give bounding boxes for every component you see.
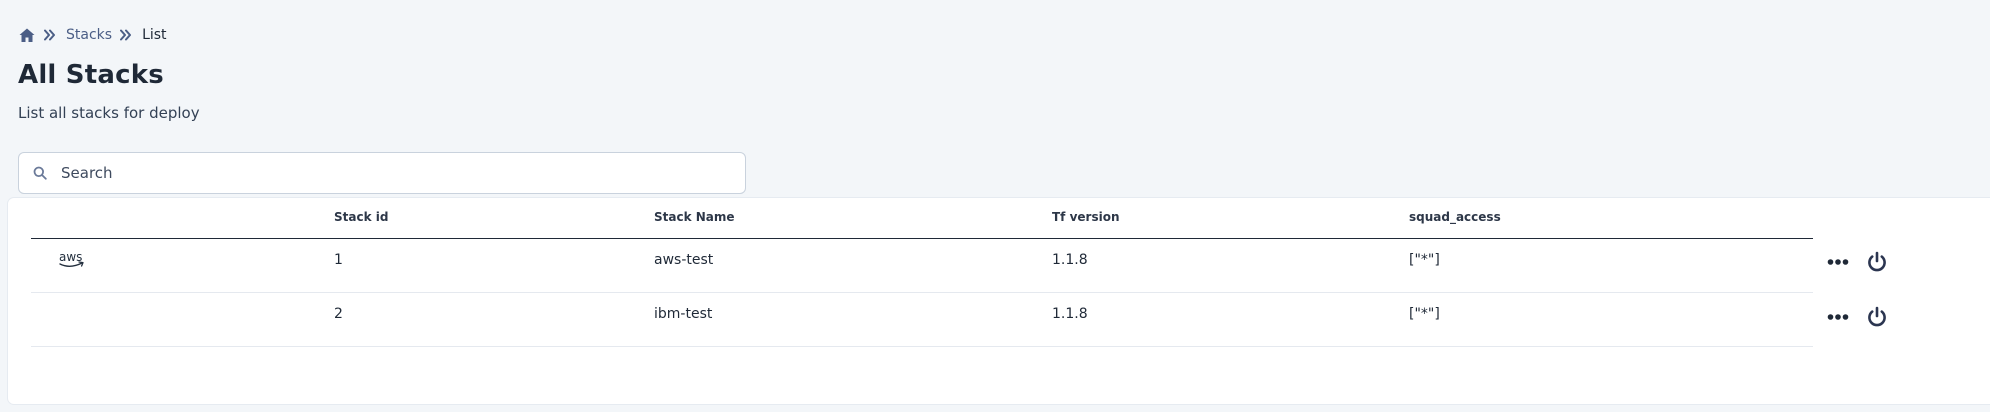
cell-squad-access: ["*"] [1409, 306, 1440, 322]
power-icon[interactable] [1865, 305, 1889, 329]
column-header-tf-version: Tf version [1052, 210, 1120, 224]
column-header-stack-name: Stack Name [654, 210, 735, 224]
breadcrumb-stacks-link[interactable]: Stacks [66, 27, 112, 43]
table-header: Stack id Stack Name Tf version squad_acc… [31, 198, 1813, 239]
more-options-icon[interactable] [1825, 250, 1851, 274]
stacks-table-card: Stack id Stack Name Tf version squad_acc… [8, 198, 1990, 404]
cell-stack-id: 1 [334, 252, 343, 268]
cell-tf-version: 1.1.8 [1052, 252, 1088, 268]
column-header-stack-id: Stack id [334, 210, 389, 224]
breadcrumb-current: List [142, 27, 167, 43]
more-options-icon[interactable] [1825, 305, 1851, 329]
search-input[interactable] [59, 152, 745, 194]
aws-logo-icon: aws [58, 249, 86, 271]
double-chevron-right-icon [120, 28, 134, 42]
search-box[interactable] [18, 152, 746, 194]
table-row[interactable]: 2 ibm-test 1.1.8 ["*"] [31, 293, 1886, 347]
page-title: All Stacks [18, 60, 164, 90]
row-actions [1825, 250, 1889, 274]
page-subtitle: List all stacks for deploy [18, 104, 200, 122]
double-chevron-right-icon [44, 28, 58, 42]
search-icon [33, 166, 47, 180]
cell-stack-name: aws-test [654, 252, 714, 268]
cell-tf-version: 1.1.8 [1052, 306, 1088, 322]
table-row[interactable]: aws 1 aws-test 1.1.8 ["*"] [31, 239, 1886, 293]
cell-squad-access: ["*"] [1409, 252, 1440, 268]
power-icon[interactable] [1865, 250, 1889, 274]
cell-stack-id: 2 [334, 306, 343, 322]
row-actions [1825, 305, 1889, 329]
column-header-squad-access: squad_access [1409, 210, 1501, 224]
home-icon[interactable] [18, 26, 36, 44]
cell-stack-name: ibm-test [654, 306, 713, 322]
breadcrumb: Stacks List [18, 24, 167, 46]
